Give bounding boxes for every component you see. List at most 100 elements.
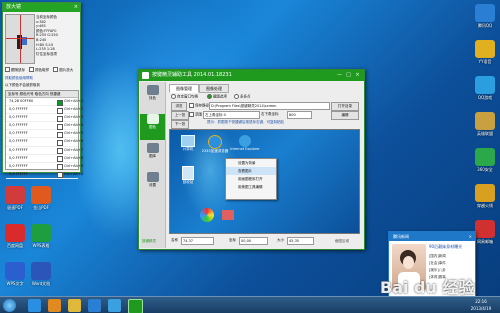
table-row[interactable]: 0,0 FFFFFF Ctrl+Alt+5 [6, 130, 83, 139]
nav-library[interactable]: 图库 [140, 143, 165, 169]
path-field[interactable]: D:\Program Files\按键精灵2014\screen [209, 102, 330, 110]
clock-date: 2013/4/19 [470, 306, 492, 311]
desktop-icon-6[interactable]: Word文档 [26, 262, 56, 286]
recycle-bin-icon [182, 166, 194, 180]
nav-find-color[interactable]: 找色 [140, 85, 165, 111]
green-app-icon[interactable] [128, 299, 143, 313]
preview-browser: 2345加速浏览器 [200, 135, 230, 154]
app-titlebar[interactable]: 按键精灵辅助工具 2014.01.18231 — □ × [139, 70, 364, 81]
app-logo-icon [142, 72, 149, 79]
menu-set-background[interactable]: 设置为背景 [226, 159, 276, 167]
option-sample[interactable]: 颜色取样 [29, 67, 49, 72]
clock[interactable]: 22:16 2013/4/19 [466, 298, 496, 312]
color-swatch [57, 148, 63, 155]
nav-image[interactable]: 图色 [140, 114, 165, 140]
trash-icon [146, 143, 159, 153]
section-note: 以下颜色不会被抓取到 [5, 83, 40, 87]
footer-right: 截图区域 [335, 239, 349, 243]
magnifier-window[interactable]: 放大镜 × 当前坐标颜色 x:382 y:465 颜色:FFFAF0 R:255… [2, 2, 83, 179]
status-row: 名称 74,37 坐标 00,00 大小 45,35 [169, 236, 359, 246]
news-item[interactable]: [社会]事件 [429, 260, 446, 267]
screenshot-preview[interactable]: 计算机 2345加速浏览器 Internet Explorer 回收站 设置为背… [169, 129, 360, 234]
table-row[interactable]: 0,0 FFFFFF Ctrl+Alt+0 [6, 171, 83, 179]
context-menu[interactable]: 设置为背景 查看图片 用画图程序打开 用美图工具编辑 [225, 158, 277, 200]
desktop-icon-r4[interactable]: 英雄联盟 [470, 112, 500, 136]
nav-settings[interactable]: 设置 [140, 172, 165, 198]
news-item[interactable]: [娱乐]八卦 [429, 267, 446, 274]
menu-view-image[interactable]: 查看图片 [226, 167, 276, 175]
desktop-icon-r2[interactable]: YY语音 [470, 40, 500, 64]
footer-link[interactable]: 按键精灵 [142, 239, 156, 244]
music-icon[interactable] [108, 299, 121, 312]
radio-capture[interactable]: 截图选项 [207, 94, 227, 100]
news-titlebar: 腾讯新闻 × [389, 232, 475, 241]
yy-icon [475, 40, 495, 58]
table-row[interactable]: 0,0 FFFFFF Ctrl+Alt+6 [6, 138, 83, 147]
name-value[interactable]: 74,37 [181, 237, 214, 245]
color-swatch [57, 131, 63, 138]
news-headline[interactable]: 90后靓妹身材曝光 [429, 244, 462, 250]
close-icon[interactable]: × [469, 232, 472, 241]
radio-window-handle[interactable]: 自定窗口句柄 [171, 94, 198, 100]
preview-recycle: 回收站 [175, 166, 201, 185]
table-header: 坐标号 颜色代号 取色方向 快捷键 [6, 91, 78, 98]
word-icon [31, 262, 51, 280]
desktop-icon-r3[interactable]: QQ游戏 [470, 76, 500, 100]
app-window[interactable]: 按键精灵辅助工具 2014.01.18231 — □ × 找色 图色 图库 设置… [138, 69, 365, 250]
magnifier-titlebar[interactable]: 放大镜 × [3, 3, 80, 12]
table-row[interactable]: 74,28 00FF60 Ctrl+Alt+1 [6, 98, 83, 107]
color-info: 当前坐标颜色 x:382 y:465 颜色:FFFAF0 R:255 G:250… [36, 15, 58, 56]
coord-value[interactable]: 00,00 [239, 237, 268, 245]
start-orb-icon[interactable] [3, 299, 16, 312]
clip-label: 范围 [189, 112, 202, 118]
open-button[interactable]: 浏览 [171, 102, 187, 111]
next-button[interactable]: 下一张 [171, 120, 189, 129]
computer-icon [181, 135, 195, 147]
maximize-button[interactable]: □ [344, 70, 353, 81]
qq-icon [475, 4, 495, 22]
option-follow[interactable]: 跟随鼠标 [5, 67, 25, 72]
watermark-url: jingyan.baidu.com [420, 290, 457, 295]
ie-icon[interactable] [28, 299, 41, 312]
table-row[interactable]: 0,0 FFFFFF Ctrl+Alt+9 [6, 163, 83, 171]
taskbar: 22:16 2013/4/19 [0, 296, 500, 313]
open-dir-button[interactable]: 打开目录 [331, 102, 359, 111]
option-zoom[interactable]: 图片放大 [53, 67, 73, 72]
tab-image-process[interactable]: 图像处理 [199, 84, 229, 93]
radio-multi[interactable]: 多多点 [234, 94, 251, 100]
media-player-icon[interactable] [48, 299, 61, 312]
menu-open-paint[interactable]: 用画图程序打开 [226, 175, 276, 183]
app-sidebar: 找色 图色 图库 设置 [140, 82, 166, 248]
edit-button[interactable]: 编辑 [331, 111, 359, 120]
netdisk-icon [5, 224, 25, 242]
news-item[interactable]: [国内]新闻 [429, 253, 446, 260]
help-link[interactable]: 抓取颜色使用帮助 [5, 76, 33, 81]
desktop-icon-2[interactable]: 金山PDF [26, 186, 56, 210]
prev-button[interactable]: 上一张 [171, 111, 189, 120]
minimize-button[interactable]: — [335, 70, 344, 81]
desktop-icon-r5[interactable]: 360安全 [470, 148, 500, 172]
ie-icon [239, 135, 251, 147]
size-field[interactable]: 800 [287, 111, 312, 119]
table-row[interactable]: 0,0 FFFFFF Ctrl+Alt+4 [6, 122, 83, 131]
menu-edit-meitu[interactable]: 用美图工具编辑 [226, 183, 276, 191]
table-row[interactable]: 0,0 FFFFFF Ctrl+Alt+3 [6, 114, 83, 123]
desktop-icon-r6[interactable]: 穿越火线 [470, 184, 500, 208]
tab-image-manage[interactable]: 图像管理 [169, 84, 199, 93]
magnifier-view [5, 14, 35, 64]
desktop-icon-r1[interactable]: 腾讯QQ [470, 4, 500, 28]
qq-icon[interactable] [88, 299, 101, 312]
table-row[interactable]: 0,0 FFFFFF Ctrl+Alt+7 [6, 147, 83, 155]
desktop-icon-4[interactable]: WPS表格 [26, 224, 56, 248]
explorer-icon[interactable] [68, 299, 81, 312]
close-button[interactable]: × [353, 70, 362, 81]
color-swatch [57, 115, 63, 122]
color-swatch [57, 156, 63, 163]
color-swatch [57, 172, 63, 179]
pdf-icon [5, 186, 25, 204]
size-value[interactable]: 45,35 [287, 237, 314, 245]
table-row[interactable]: 0,0 FFFFFF Ctrl+Alt+8 [6, 155, 83, 163]
close-icon[interactable]: × [74, 3, 78, 12]
clip-field[interactable]: 左上角坐标 0 [203, 111, 260, 119]
table-row[interactable]: 0,0 FFFFFF Ctrl+Alt+2 [6, 106, 83, 115]
